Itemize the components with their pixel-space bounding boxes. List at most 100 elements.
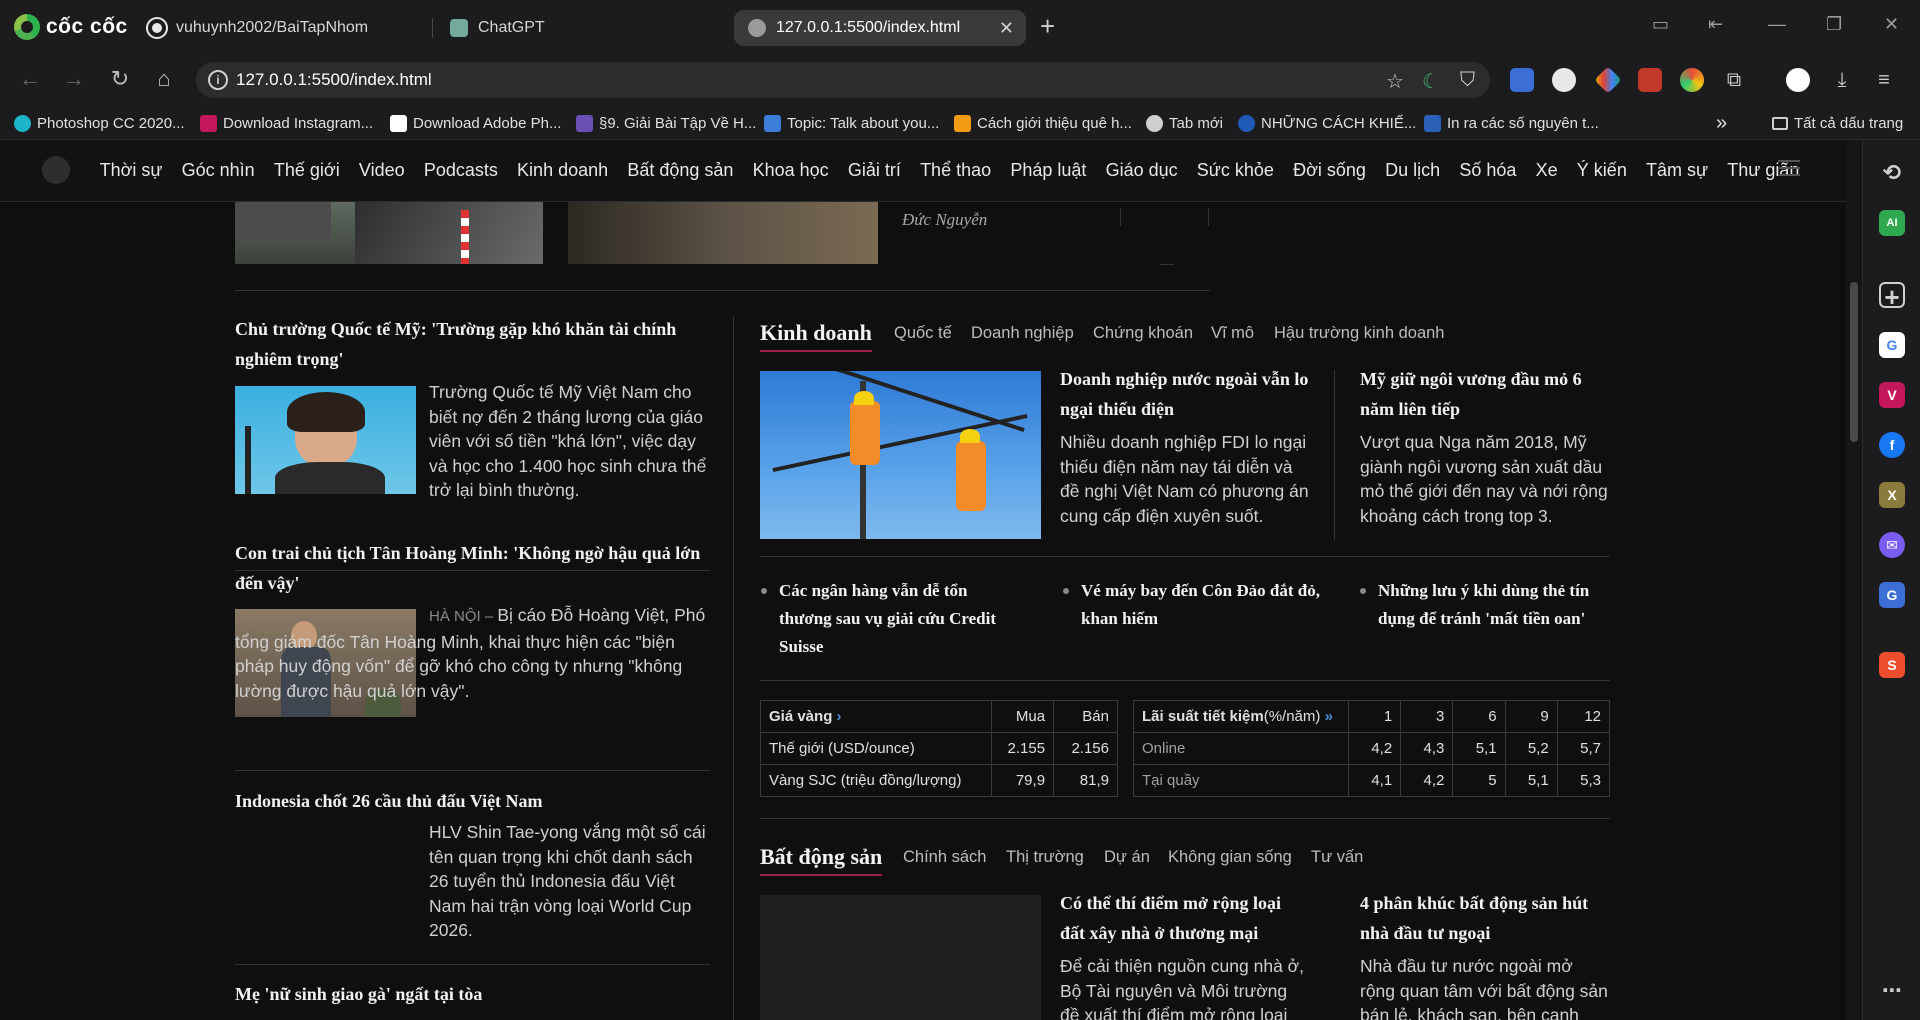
hamburger-menu-icon[interactable] — [1778, 160, 1800, 178]
bookmark-item[interactable]: §9. Giải Bài Tập Về H... — [576, 112, 756, 134]
scrollbar-thumb[interactable] — [1850, 282, 1858, 442]
window-close-icon[interactable]: ✕ — [1884, 14, 1899, 35]
nav-item-du-lich[interactable]: Du lịch — [1376, 160, 1450, 181]
nav-item-kinh-doanh[interactable]: Kinh doanh — [507, 160, 617, 181]
section-title-kinh-doanh[interactable]: Kinh doanh — [760, 320, 872, 352]
address-bar[interactable]: i 127.0.0.1:5500/index.html ☆ ☾ ⛉ — [196, 62, 1490, 98]
extensions-puzzle-icon[interactable]: ⧉ — [1722, 68, 1746, 92]
article-title[interactable]: Doanh nghiệp nước ngoài vẫn lo ngại thiế… — [1060, 364, 1310, 424]
color-extension-icon[interactable] — [1594, 66, 1622, 94]
history-icon[interactable]: ⟲ — [1879, 160, 1905, 186]
article-thumbnail[interactable] — [760, 371, 1041, 539]
article-title[interactable]: Indonesia chốt 26 cầu thủ đấu Việt Nam — [235, 786, 710, 816]
nav-item-giai-tri[interactable]: Giải trí — [838, 160, 910, 181]
nav-item-giao-duc[interactable]: Giáo dục — [1096, 160, 1187, 181]
subcategory-link[interactable]: Quốc tế — [894, 324, 952, 343]
browser-brand[interactable]: cốc cốc — [14, 12, 128, 42]
all-bookmarks-button[interactable]: Tất cả dấu trang — [1772, 112, 1903, 134]
article-title[interactable]: Mỹ giữ ngôi vương đầu mỏ 6 năm liên tiếp — [1360, 364, 1612, 424]
forward-arrow-icon[interactable]: → — [60, 66, 88, 92]
article-title[interactable]: Chủ trường Quốc tế Mỹ: 'Trường gặp khó k… — [235, 314, 710, 374]
subcategory-link[interactable]: Doanh nghiệp — [971, 324, 1074, 343]
bookmark-item[interactable]: Download Adobe Ph... — [390, 112, 561, 134]
shopee-icon[interactable]: S — [1879, 652, 1905, 678]
translate-extension-icon[interactable] — [1510, 68, 1534, 92]
section-title-bat-dong-san[interactable]: Bất động sản — [760, 844, 883, 876]
article-thumbnail[interactable] — [235, 386, 416, 494]
new-tab-button[interactable]: + — [1040, 12, 1055, 40]
article-title[interactable]: 4 phân khúc bất động sản hút nhà đầu tư … — [1360, 888, 1612, 948]
subcategory-link[interactable]: Dự án — [1104, 848, 1150, 867]
home-icon[interactable] — [42, 156, 70, 184]
bookmark-item[interactable]: Tab mới — [1146, 112, 1223, 134]
close-tab-icon[interactable]: ✕ — [999, 18, 1014, 39]
article-title[interactable]: Con trai chủ tịch Tân Hoàng Minh: 'Không… — [235, 538, 710, 598]
subcategory-link[interactable]: Không gian sống — [1168, 848, 1292, 867]
related-article-title[interactable]: Các ngân hàng vẫn dễ tổn thương sau vụ g… — [779, 577, 1019, 661]
subcategory-link[interactable]: Vĩ mô — [1211, 324, 1254, 343]
tab-active-index[interactable]: 127.0.0.1:5500/index.html ✕ — [734, 10, 1026, 46]
article-thumbnail[interactable] — [760, 895, 1041, 1020]
bookmark-item[interactable]: Topic: Talk about you... — [764, 112, 939, 134]
interest-header[interactable]: Lãi suất tiết kiệm(%/năm) » — [1133, 700, 1349, 733]
nav-item-podcasts[interactable]: Podcasts — [414, 160, 507, 181]
site-info-icon[interactable]: i — [208, 70, 228, 90]
nav-item-thoi-su[interactable]: Thời sự — [90, 160, 172, 181]
ai-assistant-icon[interactable]: AI — [1879, 210, 1905, 236]
nav-item-xe[interactable]: Xe — [1526, 160, 1567, 181]
url-text[interactable]: 127.0.0.1:5500/index.html — [236, 70, 432, 90]
bookmark-item[interactable]: NHỮNG CÁCH KHIẾ... — [1238, 112, 1416, 134]
nav-item-goc-nhin[interactable]: Góc nhìn — [172, 160, 264, 181]
messenger-icon[interactable]: ✉ — [1879, 532, 1905, 558]
bookmark-item[interactable]: In ra các số nguyên t... — [1424, 112, 1599, 134]
google-icon[interactable]: G — [1879, 332, 1905, 358]
nav-item-doi-song[interactable]: Đời sống — [1283, 160, 1375, 181]
article-thumbnail[interactable] — [568, 202, 878, 264]
add-panel-icon[interactable]: + — [1879, 282, 1905, 310]
translate-icon[interactable]: G — [1879, 582, 1905, 608]
tab-search-icon[interactable]: ▭ — [1652, 14, 1669, 35]
adblock-shield-icon[interactable]: ⛉ — [1460, 69, 1475, 92]
article-title[interactable]: Mẹ 'nữ sinh giao gà' ngất tại tòa — [235, 979, 710, 1009]
profile-avatar[interactable] — [1786, 68, 1810, 92]
home-icon[interactable]: ⌂ — [150, 66, 178, 92]
subcategory-link[interactable]: Thị trường — [1006, 848, 1084, 867]
list-extension-icon[interactable] — [1638, 68, 1662, 92]
nav-item-y-kien[interactable]: Ý kiến — [1567, 160, 1636, 181]
chevron-right-icon[interactable]: › — [837, 708, 842, 725]
double-chevron-right-icon[interactable]: » — [1325, 708, 1333, 725]
nav-item-tam-su[interactable]: Tâm sự — [1636, 160, 1717, 181]
bookmark-star-icon[interactable]: ☆ — [1386, 69, 1404, 94]
tab-chatgpt[interactable]: ChatGPT — [436, 10, 726, 46]
bookmark-item[interactable]: Photoshop CC 2020... — [14, 112, 185, 134]
reload-icon[interactable]: ↻ — [106, 66, 134, 92]
x-app-icon[interactable]: X — [1879, 482, 1905, 508]
subcategory-link[interactable]: Hậu trường kinh doanh — [1274, 324, 1444, 343]
nav-item-the-gioi[interactable]: Thế giới — [264, 160, 349, 181]
nav-item-khoa-hoc[interactable]: Khoa học — [743, 160, 838, 181]
chrome-extension-icon[interactable] — [1680, 68, 1704, 92]
bookmark-item[interactable]: Download Instagram... — [200, 112, 373, 134]
back-arrow-icon[interactable]: ← — [16, 66, 44, 92]
related-article-title[interactable]: Vé máy bay đến Côn Đảo đắt đỏ, khan hiếm — [1081, 577, 1321, 633]
subcategory-link[interactable]: Chính sách — [903, 848, 986, 867]
article-thumbnail[interactable] — [235, 202, 543, 264]
subcategory-link[interactable]: Chứng khoán — [1093, 324, 1193, 343]
gold-header[interactable]: Giá vàng › — [759, 700, 993, 733]
download-icon[interactable]: ⤓ — [1830, 68, 1854, 92]
settings-extension-icon[interactable] — [1552, 68, 1576, 92]
nav-item-the-thao[interactable]: Thể thao — [910, 160, 1000, 181]
nav-item-phap-luat[interactable]: Pháp luật — [1001, 160, 1096, 181]
minimize-icon[interactable]: — — [1768, 14, 1786, 35]
article-title[interactable]: Có thể thí điểm mở rộng loại đất xây nhà… — [1060, 888, 1310, 948]
subcategory-link[interactable]: Tư vấn — [1311, 848, 1363, 867]
related-article-title[interactable]: Những lưu ý khi dùng thẻ tín dụng để trá… — [1378, 577, 1618, 633]
v-app-icon[interactable]: V — [1879, 382, 1905, 408]
facebook-icon[interactable]: f — [1879, 432, 1905, 458]
more-bookmarks-button[interactable]: » — [1716, 112, 1727, 134]
page-scrollbar[interactable] — [1846, 140, 1862, 1020]
dark-mode-moon-icon[interactable]: ☾ — [1422, 69, 1440, 94]
maximize-icon[interactable]: ❐ — [1826, 14, 1842, 35]
browser-menu-icon[interactable]: ≡ — [1872, 68, 1896, 92]
tab-github[interactable]: vuhuynh2002/BaiTapNhom — [134, 10, 424, 46]
